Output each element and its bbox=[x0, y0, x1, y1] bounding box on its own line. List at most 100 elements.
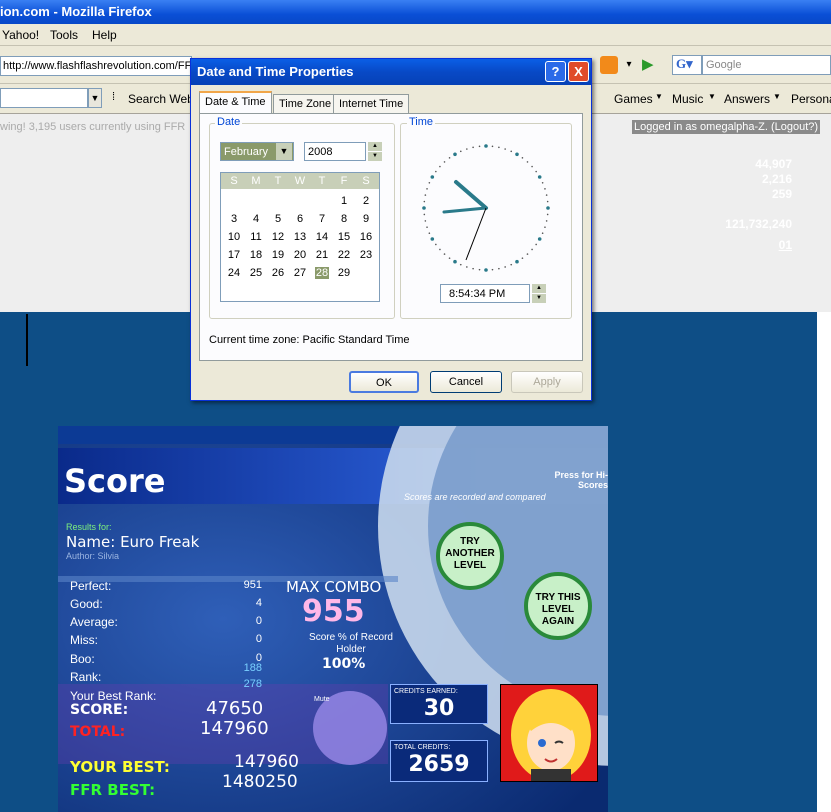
close-button[interactable]: X bbox=[568, 61, 589, 82]
hour-hand bbox=[454, 180, 488, 210]
clock-minute-tick bbox=[510, 150, 513, 153]
spin-up-icon[interactable]: ▲ bbox=[368, 142, 382, 151]
calendar-day[interactable]: 26 bbox=[267, 267, 289, 279]
calendar-day[interactable]: 18 bbox=[245, 249, 267, 261]
menu-yahoo[interactable]: Yahoo! bbox=[2, 28, 39, 42]
stat-link[interactable]: 01 bbox=[672, 238, 792, 252]
search-web-button[interactable]: Search Web bbox=[128, 92, 194, 106]
ok-button[interactable]: OK bbox=[349, 371, 419, 393]
clock-minute-tick bbox=[466, 148, 468, 150]
calendar-day[interactable]: 15 bbox=[333, 231, 355, 243]
calendar-day[interactable]: 6 bbox=[289, 213, 311, 225]
try-this-level-again-button[interactable]: TRY THIS LEVEL AGAIN bbox=[530, 592, 586, 628]
calendar-day[interactable]: 10 bbox=[223, 231, 245, 243]
max-combo-value: 955 bbox=[302, 594, 365, 629]
nav-music[interactable]: Music bbox=[672, 92, 703, 106]
spin-down-icon[interactable]: ▼ bbox=[532, 294, 546, 303]
menu-help[interactable]: Help bbox=[92, 28, 117, 42]
clock-minute-tick bbox=[541, 232, 544, 235]
calendar-grid[interactable]: S M T W T F S 1 2 3 4 5 6 7 8 9 10 11 12 13 14 15 16 17 18 19 20 21… bbox=[220, 172, 380, 302]
logged-in-text[interactable]: Logged in as omegalpha-Z. (Logout?) bbox=[632, 120, 821, 134]
tab-time-zone[interactable]: Time Zone bbox=[273, 94, 338, 114]
clock-minute-tick bbox=[544, 226, 546, 228]
chevron-down-icon[interactable]: ▾ bbox=[622, 56, 636, 74]
nav-answers[interactable]: Answers bbox=[724, 92, 770, 106]
calendar-day[interactable]: 2 bbox=[355, 195, 377, 207]
clock-minute-tick bbox=[545, 220, 548, 222]
hiscores-button[interactable]: Press for Hi-Scores bbox=[554, 470, 608, 490]
time-spinner[interactable]: 8:54:34 PM bbox=[440, 284, 530, 303]
clock-minute-tick bbox=[535, 243, 537, 246]
calendar-day[interactable]: 20 bbox=[289, 249, 311, 261]
calendar-day[interactable]: 1 bbox=[333, 195, 355, 207]
chevron-down-icon[interactable]: ▼ bbox=[88, 88, 102, 108]
nav-personals[interactable]: Persona bbox=[791, 92, 831, 106]
credits-earned-value: 30 bbox=[423, 696, 455, 721]
clock-minute-tick bbox=[531, 248, 533, 251]
analog-clock bbox=[422, 144, 550, 272]
year-spinner[interactable]: 2008 bbox=[304, 142, 366, 161]
clock-minute-tick bbox=[443, 253, 446, 255]
spin-down-icon[interactable]: ▼ bbox=[368, 152, 382, 161]
calendar-day[interactable]: 21 bbox=[311, 249, 333, 261]
score-pct-value: 100% bbox=[322, 656, 366, 672]
calendar-day[interactable]: 4 bbox=[245, 213, 267, 225]
score-heading: Score bbox=[64, 462, 166, 500]
calendar-day[interactable]: 24 bbox=[223, 267, 245, 279]
chevron-down-icon[interactable]: ▼ bbox=[276, 143, 292, 160]
clock-hour-tick bbox=[422, 206, 426, 210]
clock-minute-tick bbox=[544, 188, 546, 190]
calendar-day[interactable]: 27 bbox=[289, 267, 311, 279]
judge-label: Rank: bbox=[70, 670, 102, 684]
help-button[interactable]: ? bbox=[545, 61, 566, 82]
calendar-day-selected[interactable]: 28 bbox=[315, 267, 329, 279]
clock-minute-tick bbox=[423, 200, 426, 203]
text-cursor bbox=[26, 314, 28, 366]
calendar-day[interactable]: 14 bbox=[311, 231, 333, 243]
cancel-button[interactable]: Cancel bbox=[430, 371, 502, 393]
calendar-day[interactable]: 29 bbox=[333, 267, 355, 279]
calendar-day[interactable]: 8 bbox=[333, 213, 355, 225]
judge-label: Good: bbox=[70, 597, 103, 611]
spin-up-icon[interactable]: ▲ bbox=[532, 284, 546, 293]
apply-button[interactable]: Apply bbox=[511, 371, 583, 393]
grip-icon: ⁞ bbox=[112, 91, 116, 103]
stat-value: 2,216 bbox=[761, 172, 792, 186]
go-arrow-icon[interactable]: ▶ bbox=[642, 56, 660, 74]
calendar-day[interactable]: 12 bbox=[267, 231, 289, 243]
your-best-value: 147960 bbox=[234, 752, 299, 772]
try-another-level-button[interactable]: TRY ANOTHER LEVEL bbox=[442, 536, 498, 572]
rss-icon[interactable] bbox=[600, 56, 618, 74]
calendar-day[interactable]: 9 bbox=[355, 213, 377, 225]
calendar-day[interactable]: 16 bbox=[355, 231, 377, 243]
calendar-day[interactable]: 23 bbox=[355, 249, 377, 261]
calendar-day[interactable]: 17 bbox=[223, 249, 245, 261]
calendar-day[interactable]: 13 bbox=[289, 231, 311, 243]
mute-button[interactable]: Mute bbox=[314, 696, 330, 703]
date-group-label: Date bbox=[215, 116, 243, 128]
score-pct-label: Score % of Record Holder bbox=[309, 632, 393, 655]
judge-label: Miss: bbox=[70, 633, 98, 647]
tab-date-time[interactable]: Date & Time bbox=[199, 91, 272, 113]
toolbar-search-box[interactable] bbox=[0, 88, 88, 108]
clock-minute-tick bbox=[546, 200, 549, 203]
calendar-day[interactable]: 5 bbox=[267, 213, 289, 225]
clock-minute-tick bbox=[498, 146, 500, 149]
judge-value: 0 bbox=[255, 633, 262, 645]
calendar-day[interactable]: 25 bbox=[245, 267, 267, 279]
google-engine-icon[interactable]: G▾ bbox=[672, 55, 702, 75]
menu-tools[interactable]: Tools bbox=[50, 28, 78, 42]
calendar-day[interactable]: 7 bbox=[311, 213, 333, 225]
game-score-panel: Score Press for Hi-Scores Scores are rec… bbox=[58, 426, 608, 812]
calendar-day[interactable]: 3 bbox=[223, 213, 245, 225]
url-field[interactable]: http://www.flashflashrevolution.com/FFR bbox=[0, 56, 192, 76]
nav-games[interactable]: Games bbox=[614, 92, 653, 106]
search-input[interactable]: Google bbox=[702, 55, 831, 75]
calendar-day[interactable]: 22 bbox=[333, 249, 355, 261]
credits-earned-box: CREDITS EARNED: 30 bbox=[390, 684, 488, 724]
tab-internet-time[interactable]: Internet Time bbox=[333, 94, 410, 114]
calendar-day[interactable]: 11 bbox=[245, 231, 267, 243]
scores-recorded-note: Scores are recorded and compared bbox=[404, 492, 546, 502]
calendar-weekday: F bbox=[340, 175, 348, 187]
calendar-day[interactable]: 19 bbox=[267, 249, 289, 261]
